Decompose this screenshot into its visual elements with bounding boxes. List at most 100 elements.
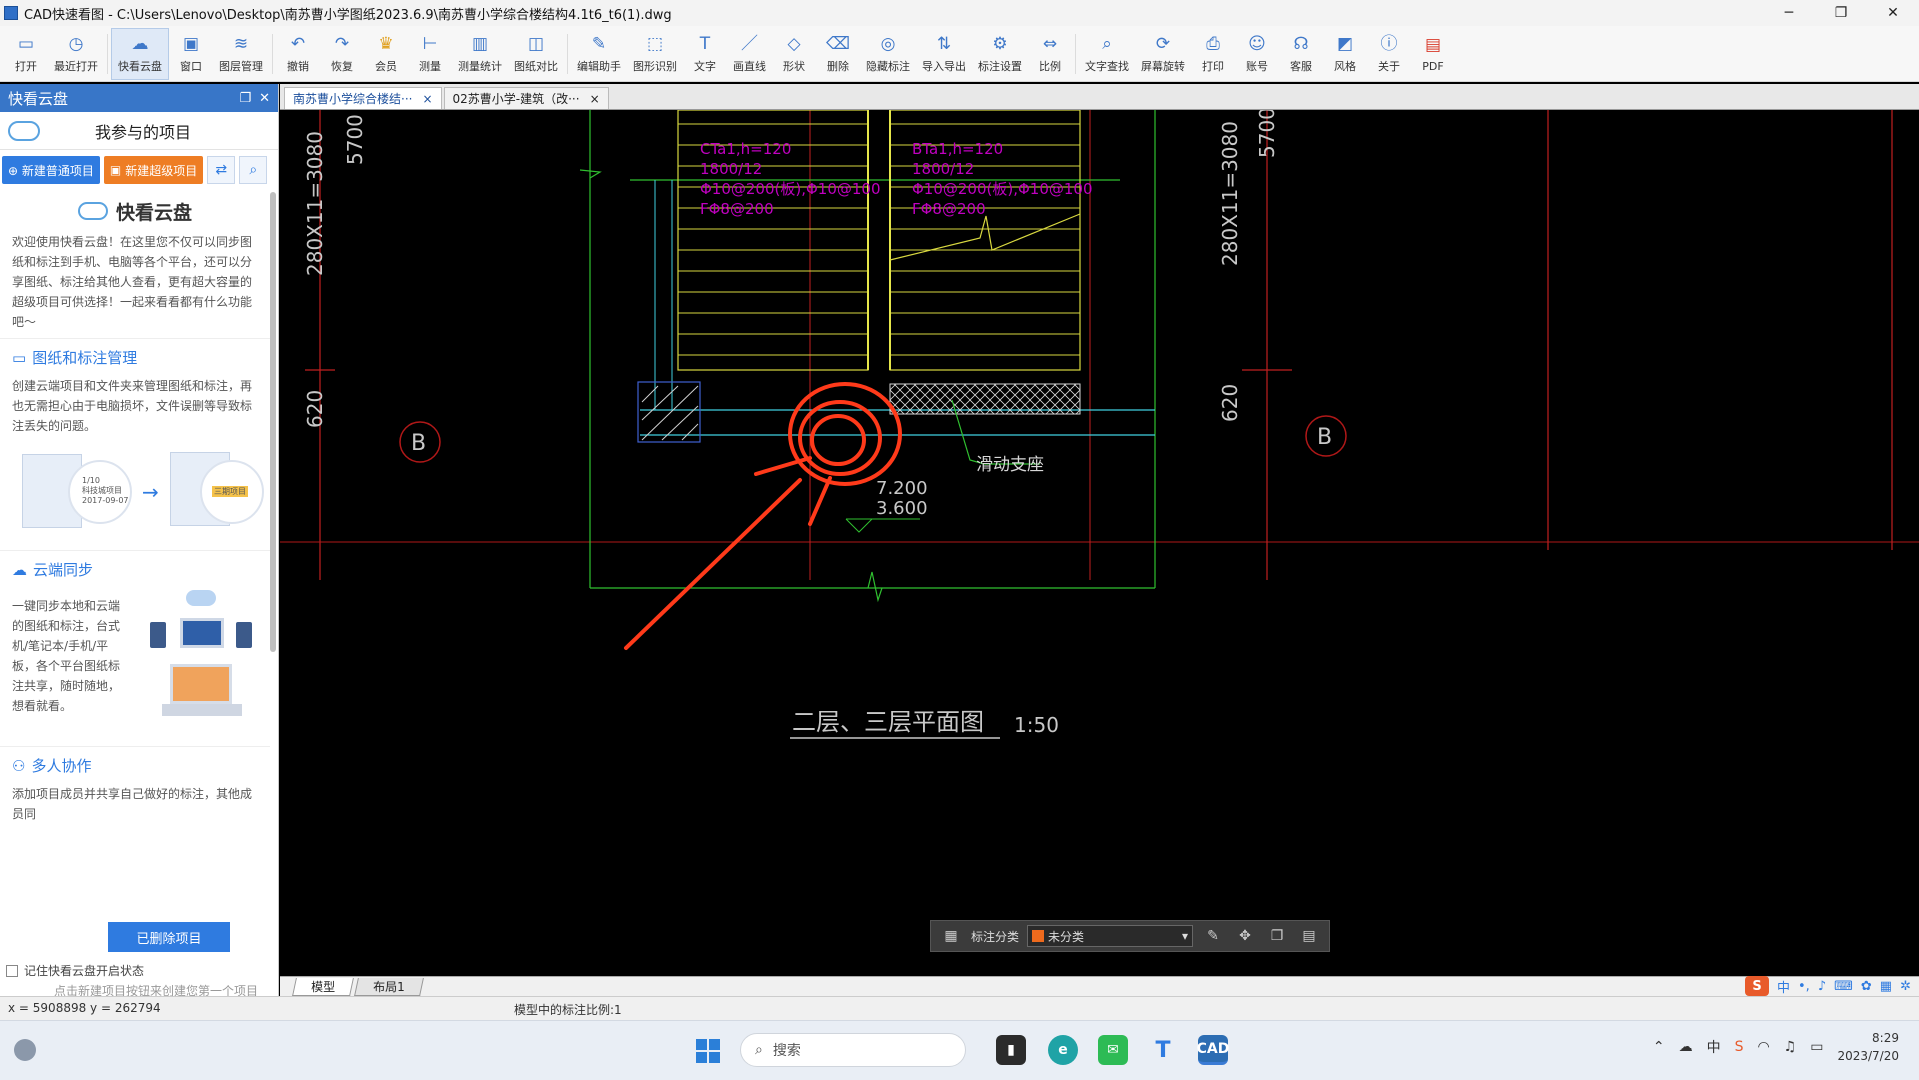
skin-icon[interactable]: ✿ <box>1861 979 1872 994</box>
category-label: 标注分类 <box>971 929 1020 944</box>
toolbar-button-measure-stats[interactable]: ▥ 测量统计 <box>452 28 508 80</box>
section-heading-sync: ☁ 云端同步 <box>0 550 270 586</box>
toolbar-label: 图层管理 <box>219 60 263 73</box>
deleted-projects-button[interactable]: 已删除项目 <box>108 922 230 952</box>
edge-icon[interactable]: e <box>1048 1035 1078 1065</box>
cloud-tray-icon[interactable]: ☁ <box>1679 1039 1693 1055</box>
start-button[interactable] <box>696 1039 720 1063</box>
toolbar-button-info[interactable]: ⓘ 关于 <box>1367 28 1411 80</box>
maximize-button[interactable]: ❐ <box>1815 0 1867 26</box>
toolbar-button-compare[interactable]: ◫ 图纸对比 <box>508 28 564 80</box>
document-icon: ▭ <box>12 348 27 367</box>
cloud-icon: ☁ <box>131 33 149 54</box>
close-panel-icon[interactable]: ✕ <box>259 91 270 106</box>
toolbar-button-open-folder[interactable]: ▭ 打开 <box>4 28 48 80</box>
grid-view-icon[interactable]: ▦ <box>939 924 963 948</box>
new-normal-project-button[interactable]: ⊕ 新建普通项目 <box>2 156 100 184</box>
illus-label: 科技城项目 <box>82 486 122 495</box>
toolbar-button-layers[interactable]: ≋ 图层管理 <box>213 28 269 80</box>
text-app-icon[interactable]: T <box>1148 1035 1178 1065</box>
pdf-icon: ▤ <box>1424 35 1442 55</box>
volume-icon[interactable]: ♫ <box>1784 1039 1797 1055</box>
settings-icon[interactable]: ✲ <box>1900 979 1911 994</box>
toolbar-label: 账号 <box>1246 60 1268 73</box>
weather-icon[interactable] <box>14 1039 36 1061</box>
toolbar-button-measure[interactable]: ⊢ 测量 <box>408 28 452 80</box>
ime-mode[interactable]: 中 <box>1777 977 1790 996</box>
wifi-icon[interactable]: ◠ <box>1757 1039 1769 1055</box>
minimize-button[interactable]: ─ <box>1763 0 1815 26</box>
tab-model[interactable]: 模型 <box>292 977 354 996</box>
toolbar-button-headset[interactable]: ☊ 客服 <box>1279 28 1323 80</box>
task-view-icon[interactable]: ▮ <box>996 1035 1026 1065</box>
toolbar-button-hide-annotation[interactable]: ◎ 隐藏标注 <box>860 28 916 80</box>
new-super-project-button[interactable]: ▣ 新建超级项目 <box>103 156 204 184</box>
toolbar-button-rotate-screen[interactable]: ⟳ 屏幕旋转 <box>1135 28 1191 80</box>
toolbar-button-pdf[interactable]: ▤ PDF <box>1411 28 1455 80</box>
toolbar-button-recent-clock[interactable]: ◷ 最近打开 <box>48 28 104 80</box>
print-icon: ⎙ <box>1206 33 1220 54</box>
copy-icon[interactable]: ❐ <box>1265 924 1289 948</box>
move-icon[interactable]: ✥ <box>1233 924 1257 948</box>
microphone-icon[interactable]: ♪ <box>1818 979 1826 994</box>
toolbar-button-account[interactable]: ☺ 账号 <box>1235 28 1279 80</box>
tab-close-icon[interactable]: × <box>422 92 432 106</box>
toolbar-button-scale[interactable]: ⇔ 比例 <box>1028 28 1072 80</box>
toolbar-button-text-search[interactable]: ⌕ 文字查找 <box>1079 28 1135 80</box>
drawing-canvas[interactable]: 280X11=3080 5700 620 280X11=3080 5700 62… <box>280 110 1919 976</box>
toolbar-button-shape-recognition[interactable]: ⬚ 图形识别 <box>627 28 683 80</box>
toolbar-button-text[interactable]: T 文字 <box>683 28 727 80</box>
paste-icon[interactable]: ▤ <box>1297 924 1321 948</box>
toolbar-button-import-export[interactable]: ⇅ 导入导出 <box>916 28 972 80</box>
toolbar-button-line[interactable]: ／ 画直线 <box>727 28 772 80</box>
undo-icon: ↶ <box>290 33 306 54</box>
language-indicator[interactable]: 中 <box>1707 1037 1721 1057</box>
tab-structure-drawing[interactable]: 南苏曹小学综合楼结··· × <box>284 87 442 109</box>
toolbar-button-annotation-settings[interactable]: ⚙ 标注设置 <box>972 28 1028 80</box>
keyboard-icon[interactable]: ⌨ <box>1834 979 1853 994</box>
toolbar-button-print[interactable]: ⎙ 打印 <box>1191 28 1235 80</box>
tab-close-icon[interactable]: × <box>590 92 600 106</box>
toolbar-separator <box>567 33 568 74</box>
float-panel-icon[interactable]: ❐ <box>239 91 251 106</box>
remember-label: 记住快看云盘开启状态 <box>24 964 145 978</box>
remember-state-checkbox[interactable]: 记住快看云盘开启状态 <box>6 962 144 979</box>
edit-icon[interactable]: ✎ <box>1201 924 1225 948</box>
sync-icon[interactable]: ⇄ <box>207 156 236 184</box>
cad-app-icon[interactable]: CAD <box>1197 1035 1229 1065</box>
window-controls: ─ ❐ ✕ <box>1763 0 1919 26</box>
taskbar-search[interactable]: ⌕ 搜索 <box>740 1033 966 1067</box>
cad-drawing[interactable]: 280X11=3080 5700 620 280X11=3080 5700 62… <box>280 110 1919 976</box>
wechat-app-icon[interactable]: ✉ <box>1098 1035 1128 1065</box>
toolbar-label: 恢复 <box>331 60 353 73</box>
toolbar-button-redo[interactable]: ↷ 恢复 <box>320 28 364 80</box>
punctuation-icon[interactable]: •, <box>1798 979 1810 994</box>
intro-content: 快看云盘 欢迎使用快看云盘！在这里您不仅可以同步图纸和标注到手机、电脑等各个平台… <box>0 192 270 882</box>
main-toolbar: ▭ 打开 ◷ 最近打开 ☁ 快看云盘 ▣ 窗口 ≋ 图层管理 ↶ 撤销 ↷ 恢复 ♛ 会员 ⊢ 测量 ▥ 测量统计 ◫ 图… <box>0 26 1919 82</box>
toolbar-button-shape[interactable]: ◇ 形状 <box>772 28 816 80</box>
clock[interactable]: 8:29 2023/7/20 <box>1837 1029 1899 1065</box>
toolbar-button-eraser[interactable]: ⌫ 删除 <box>816 28 860 80</box>
sogou-tray-icon[interactable]: S <box>1735 1039 1744 1055</box>
close-button[interactable]: ✕ <box>1867 0 1919 26</box>
toolbar-button-window[interactable]: ▣ 窗口 <box>169 28 213 80</box>
chevron-up-icon[interactable]: ⌃ <box>1653 1039 1665 1055</box>
sogou-logo-icon[interactable]: S <box>1745 976 1769 996</box>
toolbar-button-undo[interactable]: ↶ 撤销 <box>276 28 320 80</box>
battery-icon[interactable]: ▭ <box>1810 1039 1823 1055</box>
search-icon[interactable]: ⌕ <box>239 156 268 184</box>
toolbar-button-style[interactable]: ◩ 风格 <box>1323 28 1367 80</box>
cad-viewer-window: CAD快速看图 - C:\Users\Lenovo\Desktop\南苏曹小学图… <box>0 0 1919 1080</box>
category-dropdown[interactable]: 未分类 ▾ <box>1027 925 1194 947</box>
toolbar-button-edit-assistant[interactable]: ✎ 编辑助手 <box>571 28 627 80</box>
layout-tabs: 模型 布局1 <box>280 976 1919 996</box>
apps-grid-icon[interactable]: ▦ <box>1880 979 1892 994</box>
checkbox-box[interactable] <box>6 964 18 977</box>
tab-layout1[interactable]: 布局1 <box>354 977 424 996</box>
axis-label: B <box>1317 425 1332 450</box>
tab-architecture-drawing[interactable]: 02苏曹小学-建筑（改··· × <box>443 87 609 109</box>
section-title: 云端同步 <box>33 561 94 579</box>
toolbar-button-cloud[interactable]: ☁ 快看云盘 <box>111 27 169 80</box>
panel-scrollbar[interactable] <box>270 192 276 652</box>
toolbar-button-vip[interactable]: ♛ 会员 <box>364 28 408 80</box>
